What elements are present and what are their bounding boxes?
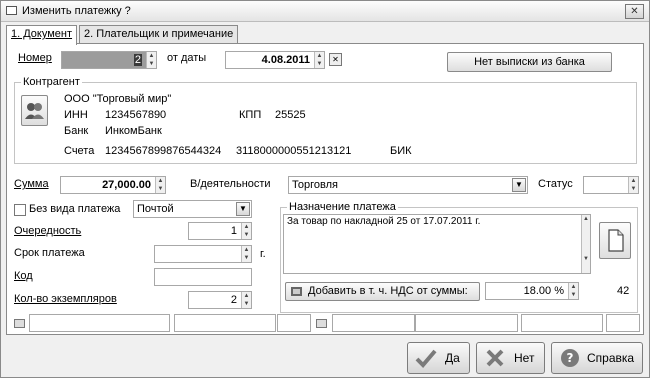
tab-payer[interactable]: 2. Плательщик и примечание bbox=[79, 25, 239, 44]
title-bar[interactable]: Изменить платежку ? ✕ bbox=[1, 1, 649, 22]
code-label: Код bbox=[14, 270, 33, 282]
extra-field-7[interactable] bbox=[606, 314, 640, 332]
extra-field-2[interactable] bbox=[174, 314, 276, 332]
window-icon bbox=[6, 6, 17, 15]
date-value: 4.08.2011 bbox=[261, 54, 310, 66]
ok-button[interactable]: Да bbox=[407, 342, 470, 374]
status-spinner[interactable]: ▲ ▼ bbox=[628, 177, 638, 193]
kpp-label: КПП bbox=[239, 109, 262, 121]
priority-label: Очередность bbox=[14, 225, 82, 237]
copies-label: Кол-во экземпляров bbox=[14, 293, 117, 305]
activity-label: В/деятельности bbox=[190, 178, 271, 190]
extra-field-4[interactable] bbox=[332, 314, 415, 332]
add-vat-icon bbox=[291, 287, 302, 296]
calendar-icon[interactable]: ✕ bbox=[329, 53, 342, 66]
priority-field[interactable]: 1 ▲ ▼ bbox=[188, 222, 252, 240]
chevron-down-icon[interactable]: ▼ bbox=[512, 178, 526, 192]
copies-spinner[interactable]: ▲ ▼ bbox=[241, 292, 251, 308]
no-statement-label: Нет выписки из банка bbox=[474, 56, 585, 68]
date-spinner[interactable]: ▲ ▼ bbox=[314, 52, 324, 68]
extra-field-5[interactable] bbox=[415, 314, 518, 332]
no-type-checkbox[interactable] bbox=[14, 204, 26, 216]
vat-rate-spinner[interactable]: ▲ ▼ bbox=[568, 283, 578, 299]
tab-document-label: 1. Документ bbox=[11, 28, 73, 40]
number-label: Номер bbox=[18, 52, 52, 64]
extra-field-3[interactable] bbox=[277, 314, 311, 332]
help-icon: ? bbox=[561, 349, 579, 367]
priority-value: 1 bbox=[230, 225, 237, 237]
char-count: 42 bbox=[617, 285, 630, 297]
tab-payer-label: 2. Плательщик и примечание bbox=[84, 28, 234, 40]
status-indicator-right bbox=[316, 319, 327, 328]
help-button[interactable]: ? Справка bbox=[551, 342, 643, 374]
window-title: Изменить платежку ? bbox=[22, 5, 131, 17]
term-suffix: г. bbox=[260, 248, 266, 260]
number-spinner[interactable]: ▲ ▼ bbox=[146, 52, 156, 68]
number-value: 2 bbox=[133, 54, 142, 66]
help-label: Справка bbox=[587, 351, 635, 365]
priority-spinner[interactable]: ▲ ▼ bbox=[241, 223, 251, 239]
contacts-button[interactable] bbox=[21, 95, 48, 126]
method-select[interactable]: Почтой ▼ bbox=[133, 200, 252, 218]
accounts-label: Счета bbox=[64, 145, 95, 157]
add-vat-label: Добавить в т. ч. НДС от суммы: bbox=[308, 285, 468, 297]
copies-value: 2 bbox=[230, 294, 237, 306]
ok-label: Да bbox=[445, 351, 460, 365]
term-field[interactable]: ▲ ▼ bbox=[154, 245, 252, 263]
counterparty-group-label: Контрагент bbox=[21, 76, 82, 88]
checkmark-icon bbox=[415, 349, 437, 368]
code-field[interactable] bbox=[154, 268, 252, 286]
document-button[interactable] bbox=[599, 222, 631, 259]
no-label: Нет bbox=[514, 351, 535, 365]
dialog-window: Изменить платежку ? ✕ 1. Документ 2. Пла… bbox=[0, 0, 650, 378]
add-vat-button[interactable]: Добавить в т. ч. НДС от суммы: bbox=[285, 282, 480, 301]
account-value: 1234567899876544324 bbox=[105, 145, 222, 157]
purpose-textarea[interactable]: За товар по накладной 25 от 17.07.2011 г… bbox=[283, 214, 591, 274]
sum-field[interactable]: 27,000.00 ▲ ▼ bbox=[60, 176, 166, 194]
sum-label: Сумма bbox=[14, 178, 49, 190]
inn-label: ИНН bbox=[64, 109, 88, 121]
bank-label: Банк bbox=[64, 125, 89, 137]
purpose-text: За товар по накладной 25 от 17.07.2011 г… bbox=[287, 216, 481, 227]
counterparty-name: ООО "Торговый мир" bbox=[64, 93, 172, 105]
vat-rate-field[interactable]: 18.00 % ▲ ▼ bbox=[485, 282, 579, 300]
corr-account-value: 3118000000551213121 bbox=[236, 145, 352, 157]
inn-value: 1234567890 bbox=[105, 109, 167, 121]
chevron-down-icon[interactable]: ▼ bbox=[236, 202, 250, 216]
sum-value: 27,000.00 bbox=[102, 179, 151, 191]
svg-text:?: ? bbox=[567, 351, 574, 365]
number-field[interactable]: 2 ▲ ▼ bbox=[61, 51, 157, 69]
purpose-scrollbar[interactable]: ▲ ▼ bbox=[581, 215, 590, 273]
vat-rate-value: 18.00 % bbox=[523, 285, 564, 297]
extra-field-1[interactable] bbox=[29, 314, 170, 332]
purpose-group-label: Назначение платежа bbox=[287, 201, 398, 213]
status-indicator-left bbox=[14, 319, 25, 328]
sum-spinner[interactable]: ▲ ▼ bbox=[155, 177, 165, 193]
no-statement-button[interactable]: Нет выписки из банка bbox=[447, 52, 612, 72]
extra-field-6[interactable] bbox=[521, 314, 603, 332]
status-label: Статус bbox=[538, 178, 573, 190]
kpp-value: 25525 bbox=[275, 109, 306, 121]
status-field[interactable]: ▲ ▼ bbox=[583, 176, 639, 194]
close-button[interactable]: ✕ bbox=[625, 4, 644, 19]
no-button[interactable]: Нет bbox=[476, 342, 545, 374]
no-type-label: Без вида платежа bbox=[29, 203, 121, 215]
term-spinner[interactable]: ▲ ▼ bbox=[241, 246, 251, 262]
activity-select[interactable]: Торговля ▼ bbox=[288, 176, 528, 194]
copies-field[interactable]: 2 ▲ ▼ bbox=[188, 291, 252, 309]
tab-document[interactable]: 1. Документ bbox=[6, 25, 78, 45]
bank-value: ИнкомБанк bbox=[105, 125, 162, 137]
cross-icon bbox=[486, 349, 504, 367]
bik-label: БИК bbox=[390, 145, 412, 157]
contacts-icon bbox=[25, 103, 44, 119]
method-value: Почтой bbox=[137, 203, 174, 215]
date-label: от даты bbox=[167, 52, 207, 64]
term-label: Срок платежа bbox=[14, 247, 85, 259]
document-panel: Номер 2 ▲ ▼ от даты 4.08.2011 ▲ ▼ ✕ Нет вы… bbox=[6, 43, 644, 335]
document-icon bbox=[608, 229, 624, 252]
date-field[interactable]: 4.08.2011 ▲ ▼ bbox=[225, 51, 325, 69]
activity-value: Торговля bbox=[292, 179, 338, 191]
